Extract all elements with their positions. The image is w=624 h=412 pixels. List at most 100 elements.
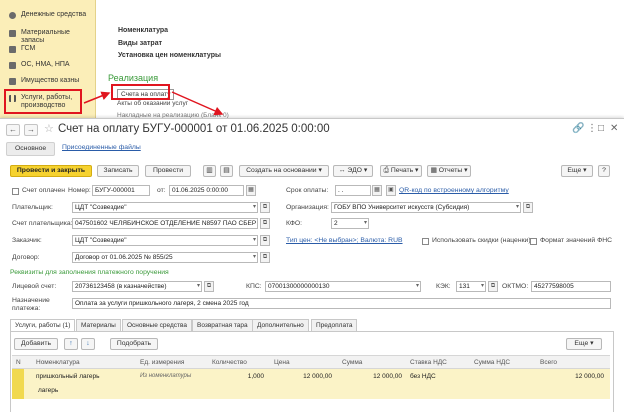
building-icon: [9, 62, 16, 69]
kfo-field[interactable]: 2 ▾: [331, 218, 369, 229]
sidebar-item-label: Денежные средства: [21, 11, 87, 18]
table-row[interactable]: 1 пришкольный лагерь лагерь Из номенклат…: [12, 369, 610, 399]
cell-price[interactable]: 12 000,00: [274, 373, 332, 380]
tab-attached-files[interactable]: Присоединенные файлы: [62, 144, 141, 151]
open-icon[interactable]: ⧉: [260, 218, 270, 229]
column-header[interactable]: N: [16, 359, 21, 366]
personal-account-field[interactable]: 20736123458 (в казначействе) ▾: [72, 281, 202, 292]
qr-code-icon[interactable]: ▣: [386, 185, 396, 196]
number-label: Номер:: [68, 187, 91, 194]
sidebar-item-cash[interactable]: Денежные средства: [9, 11, 86, 19]
section-title-realization: Реализация: [108, 73, 159, 83]
date-field[interactable]: 01.06.2025 0:00:00: [169, 185, 244, 196]
sidebar-item-fuel[interactable]: ГСМ: [9, 45, 35, 53]
select-button[interactable]: Подобрать: [110, 338, 158, 350]
column-header[interactable]: Всего: [540, 359, 557, 366]
column-header[interactable]: Ставка НДС: [410, 359, 447, 366]
number-field[interactable]: БУГУ-000001: [92, 185, 150, 196]
coins-icon: [9, 12, 16, 19]
star-icon[interactable]: ☆: [44, 122, 54, 135]
cell-sum[interactable]: 12 000,00: [342, 373, 402, 380]
forward-button[interactable]: →: [24, 124, 38, 136]
sidebar-item-fixed-assets[interactable]: ОС, НМА, НПА: [9, 61, 70, 69]
open-icon[interactable]: ⧉: [523, 202, 533, 213]
cell-vat-rate[interactable]: без НДС: [410, 373, 436, 380]
help-button[interactable]: ?: [598, 165, 610, 177]
save-button[interactable]: Записать: [97, 165, 139, 177]
sidebar-item-treasury[interactable]: Имущество казны: [9, 77, 79, 85]
fns-format-checkbox[interactable]: [530, 238, 537, 245]
kek-field[interactable]: 131 ▾: [456, 281, 486, 292]
move-down-button[interactable]: ↓: [81, 338, 95, 350]
link-nomenclature[interactable]: Номенклатура: [118, 27, 168, 34]
create-based-on-button[interactable]: Создать на основании ▾: [239, 165, 329, 177]
open-icon[interactable]: ⧉: [260, 235, 270, 246]
edo-button[interactable]: ↔ ЭДО ▾: [333, 165, 373, 177]
background-panel: Денежные средства Материальные запасы ГС…: [0, 0, 624, 120]
table-more-button[interactable]: Еще ▾: [566, 338, 602, 350]
organization-label: Организация:: [286, 204, 329, 211]
link-icon[interactable]: 🔗: [572, 123, 584, 134]
cell-unit[interactable]: Из номенклатуры: [140, 373, 191, 379]
post-and-close-button[interactable]: Провести и закрыть: [10, 165, 92, 177]
report-icon[interactable]: ▤: [220, 165, 233, 177]
add-button[interactable]: Добавить: [14, 338, 58, 350]
close-icon[interactable]: ✕: [610, 123, 618, 134]
open-icon[interactable]: ⧉: [260, 252, 270, 263]
move-up-button[interactable]: ↑: [64, 338, 78, 350]
link-cost-types[interactable]: Виды затрат: [118, 40, 162, 47]
calendar-icon[interactable]: ▦: [372, 185, 382, 196]
payer-field[interactable]: ЦДТ "Созвездие" ▾: [72, 202, 258, 213]
oktmo-label: ОКТМО:: [502, 283, 529, 290]
column-header[interactable]: Количество: [212, 359, 247, 366]
price-type-link[interactable]: Тип цен: <Не выбран>; Валюта: RUB: [286, 237, 403, 244]
document-window: ← → ☆ Счет на оплату БУГУ-000001 от 01.0…: [0, 118, 624, 412]
cell-item[interactable]: пришкольный лагерь: [36, 373, 100, 380]
payer-label: Плательщик:: [12, 204, 53, 211]
organization-field[interactable]: ГОБУ ВПО Университет искусств (Субсидия)…: [331, 202, 521, 213]
link-service-acts[interactable]: Акты об оказании услуг: [117, 100, 188, 107]
customer-field[interactable]: ЦДТ "Созвездие" ▾: [72, 235, 258, 246]
column-header[interactable]: Номенклатура: [36, 359, 80, 366]
calendar-icon[interactable]: ▦: [246, 185, 256, 196]
qr-code-link[interactable]: QR-код по встроенному алгоритму: [399, 187, 509, 194]
column-header[interactable]: Сумма НДС: [474, 359, 510, 366]
tab-main[interactable]: Основное: [6, 142, 56, 156]
purpose-field[interactable]: Оплата за услуги пришкольного лагеря, 2 …: [72, 298, 611, 309]
cell-qty[interactable]: 1,000: [212, 373, 264, 380]
more-actions-button[interactable]: Еще ▾: [561, 165, 593, 177]
reports-button[interactable]: ▦ Отчеты ▾: [427, 165, 471, 177]
open-icon[interactable]: ⧉: [488, 281, 498, 292]
paid-checkbox[interactable]: [12, 188, 19, 195]
maximize-icon[interactable]: □: [598, 123, 604, 134]
discounts-label: Использовать скидки (наценки): [432, 237, 531, 244]
more-icon[interactable]: ⋮: [587, 123, 597, 134]
print-button[interactable]: ⎙ Печать ▾: [380, 165, 422, 177]
back-button[interactable]: ←: [6, 124, 20, 136]
open-icon[interactable]: ⧉: [204, 281, 214, 292]
cell-item-sub: лагерь: [38, 387, 59, 394]
post-button[interactable]: Провести: [145, 165, 191, 177]
kfo-label: КФО:: [286, 220, 303, 227]
sidebar-item-inventory[interactable]: Материальные запасы: [9, 29, 95, 45]
table-header: N Номенклатура Ед. измерения Количество …: [12, 355, 610, 369]
oktmo-field[interactable]: 45277598005: [531, 281, 611, 292]
column-header[interactable]: Цена: [274, 359, 290, 366]
journal-icon[interactable]: ▥: [203, 165, 216, 177]
kps-field[interactable]: 07001300000000130 ▾: [265, 281, 421, 292]
form-tabs: Основное Присоединенные файлы: [0, 141, 624, 157]
cell-total[interactable]: 12 000,00: [540, 373, 604, 380]
contract-field[interactable]: Договор от 01.06.2025 № 855/25 ▾: [72, 252, 258, 263]
due-date-field[interactable]: . .: [335, 185, 371, 196]
column-header[interactable]: Ед. измерения: [140, 359, 184, 366]
sidebar-item-label: Материальные запасы: [21, 29, 70, 44]
discounts-checkbox[interactable]: [422, 238, 429, 245]
payer-account-field[interactable]: 047501602 ЧЕЛЯБИНСКОЕ ОТДЕЛЕНИЕ N8597 ПА…: [72, 218, 258, 229]
column-header[interactable]: Сумма: [342, 359, 362, 366]
link-price-setting[interactable]: Установка цен номенклатуры: [118, 52, 221, 59]
sidebar-item-label: Имущество казны: [21, 77, 80, 84]
window-titlebar: ← → ☆ Счет на оплату БУГУ-000001 от 01.0…: [0, 119, 624, 141]
open-icon[interactable]: ⧉: [260, 202, 270, 213]
sidebar-item-label: ГСМ: [21, 45, 36, 52]
payer-account-label: Счет плательщика:: [12, 220, 73, 227]
